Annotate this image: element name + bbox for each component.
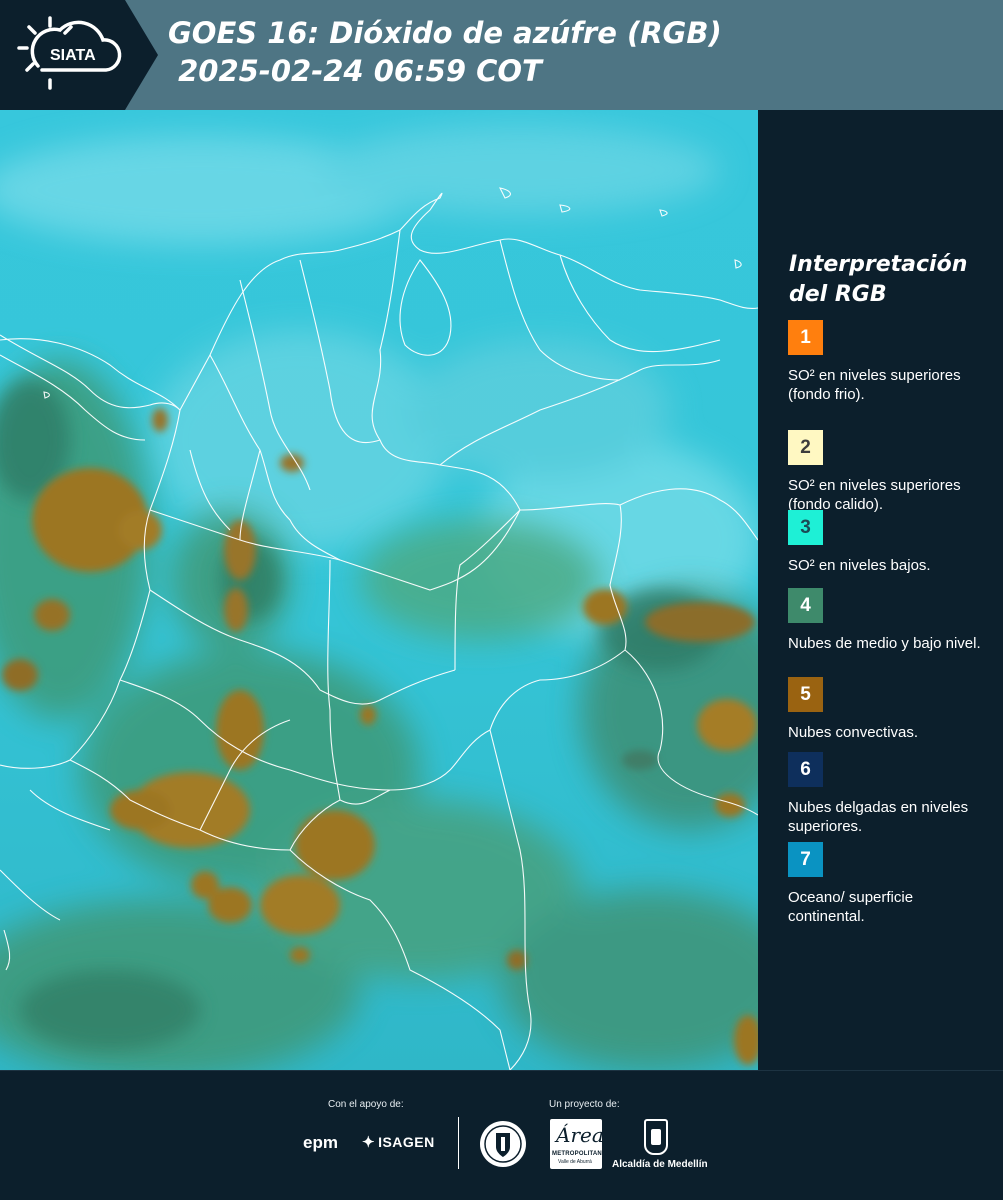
project-label: Un proyecto de: xyxy=(549,1099,620,1110)
alcaldia-text: Alcaldía de Medellín xyxy=(612,1159,708,1170)
legend-swatch: 6 xyxy=(788,752,823,787)
footer-divider xyxy=(458,1117,459,1169)
area-logo-sub2: Valle de Aburrá xyxy=(558,1159,592,1165)
legend-description: Nubes convectivas. xyxy=(788,724,919,741)
legend-item: 3 SO² en niveles bajos. xyxy=(788,510,993,575)
title-line-product: GOES 16: Dióxido de azúfre (RGB) xyxy=(168,16,722,50)
isagen-logo: ✦ ISAGEN xyxy=(362,1133,435,1151)
legend-swatch: 3 xyxy=(788,510,823,545)
support-label: Con el apoyo de: xyxy=(328,1099,404,1110)
legend-item: 6 Nubes delgadas en niveles superiores. xyxy=(788,752,993,836)
legend-description: SO² en niveles superiores (fondo calido)… xyxy=(788,477,961,513)
legend-swatch: 1 xyxy=(788,320,823,355)
footer: Con el apoyo de: Un proyecto de: epm ✦ IS… xyxy=(0,1070,1003,1200)
legend-swatch: 5 xyxy=(788,677,823,712)
siata-logo: SIATA xyxy=(0,0,158,110)
title-line-timestamp: 2025-02-24 06:59 COT xyxy=(168,54,542,88)
area-logo-sub: METROPOLITANA xyxy=(552,1151,607,1157)
area-logo-word: Área xyxy=(556,1123,604,1147)
legend-item: 5 Nubes convectivas. xyxy=(788,677,993,742)
area-metropolitana-logo: Área METROPOLITANA Valle de Aburrá xyxy=(550,1119,606,1169)
isagen-mark-icon: ✦ xyxy=(362,1134,376,1151)
legend-swatch: 4 xyxy=(788,588,823,623)
medellin-seal-icon xyxy=(480,1121,526,1167)
legend-swatch: 2 xyxy=(788,430,823,465)
satellite-map xyxy=(0,110,758,1070)
page-title: GOES 16: Dióxido de azúfre (RGB) 2025-02… xyxy=(168,14,722,90)
legend-item: 4 Nubes de medio y bajo nivel. xyxy=(788,588,993,653)
legend-description: SO² en niveles bajos. xyxy=(788,557,931,574)
alcaldia-crest-icon xyxy=(644,1119,668,1155)
siata-logo-text: SIATA xyxy=(50,47,96,64)
alcaldia-logo: Alcaldía de Medellín xyxy=(612,1119,708,1174)
legend-swatch: 7 xyxy=(788,842,823,877)
isagen-logo-text: ISAGEN xyxy=(378,1134,435,1150)
legend-item: 2 SO² en niveles superiores (fondo calido… xyxy=(788,430,993,514)
epm-logo: epm xyxy=(303,1133,338,1153)
legend-description: SO² en niveles superiores (fondo frio). xyxy=(788,367,961,403)
epm-logo-text: epm xyxy=(303,1133,338,1152)
legend-description: Nubes de medio y bajo nivel. xyxy=(788,635,981,652)
legend-panel: Interpretación del RGB 1 SO² en niveles s… xyxy=(758,110,1003,1070)
header-bar: SIATA GOES 16: Dióxido de azúfre (RGB) 2… xyxy=(0,0,1003,110)
legend-description: Nubes delgadas en niveles superiores. xyxy=(788,799,969,835)
legend-item: 1 SO² en niveles superiores (fondo frio). xyxy=(788,320,993,404)
legend-description: Oceano/ superficie continental. xyxy=(788,889,914,925)
legend-title: Interpretación del RGB xyxy=(789,252,968,307)
legend-item: 7 Oceano/ superficie continental. xyxy=(788,842,993,926)
